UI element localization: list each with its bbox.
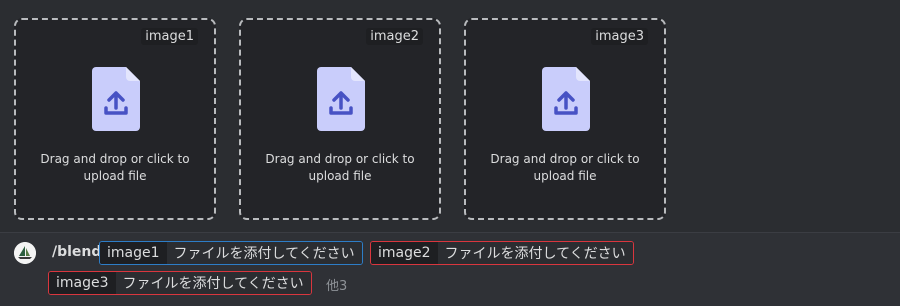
dropzone-hint: Drag and drop or click to upload file: [265, 152, 415, 183]
dropzone-tag: image1: [141, 28, 198, 45]
sailboat-avatar-icon: [14, 242, 36, 264]
dropzone-hint: Drag and drop or click to upload file: [490, 152, 640, 183]
upload-area: image1 Drag and drop or click to upload …: [0, 0, 900, 232]
upload-dropzone-image3[interactable]: image3 Drag and drop or click to upload …: [464, 18, 666, 220]
file-upload-icon: [317, 67, 365, 131]
file-upload-icon: [542, 67, 590, 131]
option-key: image1: [100, 242, 167, 264]
option-value: ファイルを添付してください: [166, 242, 362, 264]
slash-command-bar[interactable]: /blend image1 ファイルを添付してください image2 ファイルを…: [0, 233, 900, 306]
option-key: image3: [49, 272, 116, 294]
option-value: ファイルを添付してください: [437, 242, 633, 264]
file-upload-icon: [92, 67, 140, 131]
dropzone-tag: image2: [366, 28, 423, 45]
dropzone-hint: Drag and drop or click to upload file: [40, 152, 190, 183]
dropzone-tag: image3: [591, 28, 648, 45]
command-name: /blend: [52, 244, 102, 260]
upload-dropzone-image1[interactable]: image1 Drag and drop or click to upload …: [14, 18, 216, 220]
upload-dropzone-image2[interactable]: image2 Drag and drop or click to upload …: [239, 18, 441, 220]
option-value: ファイルを添付してください: [115, 272, 311, 294]
option-image3[interactable]: image3 ファイルを添付してください: [48, 271, 312, 295]
more-options[interactable]: 他3: [326, 275, 347, 294]
option-image1[interactable]: image1 ファイルを添付してください: [99, 241, 363, 265]
option-key: image2: [371, 242, 438, 264]
option-image2[interactable]: image2 ファイルを添付してください: [370, 241, 634, 265]
